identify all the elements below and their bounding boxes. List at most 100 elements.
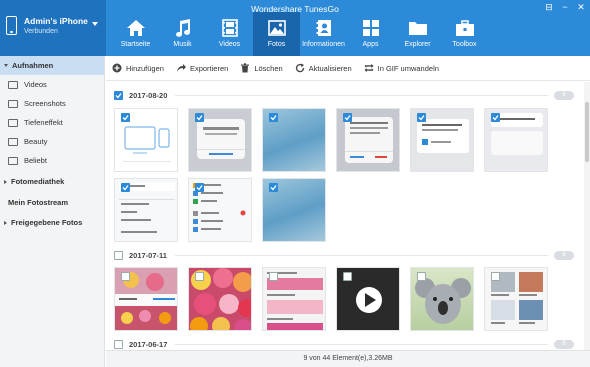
refresh-icon bbox=[295, 63, 305, 73]
add-button[interactable]: Hinzufügen bbox=[112, 63, 164, 73]
sidebar-item-label: Videos bbox=[24, 80, 47, 89]
photo-thumbnail[interactable] bbox=[114, 267, 178, 331]
restore-window-button[interactable]: ⊟ bbox=[544, 2, 554, 12]
nav-label: Toolbox bbox=[452, 41, 477, 48]
sidebar-item-beliebt[interactable]: Beliebt bbox=[0, 151, 104, 170]
chevron-right-icon bbox=[4, 179, 7, 184]
main-nav: Startseite Musik Videos Fotos Informatio… bbox=[112, 12, 488, 56]
device-name: Admin's iPhone bbox=[24, 16, 88, 26]
sidebar-section-aufnahmen[interactable]: Aufnahmen bbox=[0, 56, 104, 75]
device-selector[interactable]: Admin's iPhone Verbunden bbox=[0, 0, 106, 56]
sidebar: Aufnahmen Videos Screenshots Tiefeneffek… bbox=[0, 56, 105, 367]
sidebar-section-fotostream[interactable]: Mein Fotostream bbox=[0, 191, 104, 213]
export-button[interactable]: Exportieren bbox=[176, 63, 228, 73]
sidebar-item-label: Tiefeneffekt bbox=[24, 118, 63, 127]
group-count-badge: 6 bbox=[554, 250, 574, 260]
nav-apps[interactable]: Apps bbox=[347, 12, 394, 56]
nav-informationen[interactable]: Informationen bbox=[300, 12, 347, 56]
music-icon bbox=[173, 18, 193, 38]
photo-thumbnail[interactable] bbox=[188, 178, 252, 242]
checkbox-checked-icon[interactable] bbox=[121, 183, 130, 192]
sidebar-section-label: Aufnahmen bbox=[12, 61, 54, 70]
refresh-button[interactable]: Aktualisieren bbox=[295, 63, 352, 73]
checkbox-unchecked-icon[interactable] bbox=[417, 272, 426, 281]
gif-convert-label: In GIF umwandeln bbox=[377, 63, 439, 73]
delete-label: Löschen bbox=[254, 63, 283, 73]
group-checkbox[interactable] bbox=[114, 250, 123, 260]
phone-icon bbox=[6, 16, 17, 35]
photo-thumbnail[interactable] bbox=[410, 108, 474, 172]
chevron-down-icon bbox=[4, 64, 8, 67]
sidebar-item-label: Beauty bbox=[24, 137, 48, 146]
sidebar-item-videos[interactable]: Videos bbox=[0, 75, 104, 94]
checkbox-checked-icon[interactable] bbox=[343, 113, 352, 122]
photo-thumbnail[interactable] bbox=[188, 267, 252, 331]
group-date: 2017-07-11 bbox=[129, 250, 167, 260]
photo-thumbnail[interactable] bbox=[484, 267, 548, 331]
nav-toolbox[interactable]: Toolbox bbox=[441, 12, 488, 56]
photo-thumbnail[interactable] bbox=[484, 108, 548, 172]
add-label: Hinzufügen bbox=[126, 63, 164, 73]
photo-thumbnail[interactable] bbox=[188, 108, 252, 172]
sidebar-section-label: Mein Fotostream bbox=[8, 197, 69, 207]
group-date: 2017-08-20 bbox=[129, 90, 168, 100]
convert-icon bbox=[364, 63, 374, 73]
delete-button[interactable]: Löschen bbox=[240, 63, 283, 73]
checkbox-checked-icon[interactable] bbox=[417, 113, 426, 122]
photo-thumbnail[interactable] bbox=[336, 108, 400, 172]
close-button[interactable]: ✕ bbox=[576, 2, 586, 12]
sidebar-item-beauty[interactable]: Beauty bbox=[0, 132, 104, 151]
checkbox-checked-icon[interactable] bbox=[195, 183, 204, 192]
gif-convert-button[interactable]: In GIF umwandeln bbox=[364, 63, 439, 73]
photo-thumbnail[interactable] bbox=[410, 267, 474, 331]
divider bbox=[175, 94, 548, 96]
beauty-icon bbox=[8, 137, 18, 146]
checkbox-checked-icon[interactable] bbox=[121, 113, 130, 122]
checkbox-unchecked-icon[interactable] bbox=[343, 272, 352, 281]
sidebar-section-fotomediathek[interactable]: Fotomediathek bbox=[0, 172, 104, 191]
group-header: 2017-08-20 9 bbox=[114, 88, 574, 102]
minimize-button[interactable]: − bbox=[560, 2, 570, 12]
group-checkbox[interactable] bbox=[114, 90, 123, 100]
sidebar-item-screenshots[interactable]: Screenshots bbox=[0, 94, 104, 113]
refresh-label: Aktualisieren bbox=[308, 63, 352, 73]
photo-thumbnail[interactable] bbox=[114, 178, 178, 242]
export-label: Exportieren bbox=[189, 63, 229, 73]
checkbox-checked-icon[interactable] bbox=[491, 113, 500, 122]
checkbox-checked-icon[interactable] bbox=[269, 113, 278, 122]
checkbox-unchecked-icon[interactable] bbox=[195, 272, 204, 281]
sidebar-item-label: Beliebt bbox=[24, 156, 47, 165]
sidebar-section-freigegebene[interactable]: Freigegebene Fotos bbox=[0, 213, 104, 232]
group-count-badge: 6 bbox=[554, 339, 574, 349]
chevron-right-icon bbox=[4, 220, 7, 225]
plus-icon bbox=[112, 63, 122, 73]
nav-musik[interactable]: Musik bbox=[159, 12, 206, 56]
heart-icon bbox=[8, 156, 18, 165]
apps-icon bbox=[361, 18, 381, 38]
checkbox-unchecked-icon[interactable] bbox=[121, 272, 130, 281]
sidebar-item-tiefeneffekt[interactable]: Tiefeneffekt bbox=[0, 113, 104, 132]
nav-fotos[interactable]: Fotos bbox=[253, 12, 300, 56]
scrollbar-thumb[interactable] bbox=[585, 102, 589, 162]
sidebar-item-label: Screenshots bbox=[24, 99, 66, 108]
checkbox-checked-icon[interactable] bbox=[195, 113, 204, 122]
photo-thumbnail[interactable] bbox=[336, 267, 400, 331]
checkbox-unchecked-icon[interactable] bbox=[491, 272, 500, 281]
photo-thumbnail[interactable] bbox=[262, 178, 326, 242]
nav-label: Videos bbox=[218, 41, 241, 48]
nav-explorer[interactable]: Explorer bbox=[394, 12, 441, 56]
video-icon bbox=[8, 80, 18, 89]
toolbox-icon bbox=[455, 18, 475, 38]
checkbox-unchecked-icon[interactable] bbox=[269, 272, 278, 281]
nav-videos[interactable]: Videos bbox=[206, 12, 253, 56]
photo-thumbnail[interactable] bbox=[262, 267, 326, 331]
scrollbar[interactable] bbox=[584, 82, 590, 350]
group-checkbox[interactable] bbox=[114, 339, 123, 349]
checkbox-checked-icon[interactable] bbox=[269, 183, 278, 192]
photo-thumbnail[interactable] bbox=[262, 108, 326, 172]
photo-thumbnail[interactable] bbox=[114, 108, 178, 172]
device-status: Verbunden bbox=[24, 28, 58, 35]
film-icon bbox=[220, 18, 240, 38]
group-date: 2017-06-17 bbox=[129, 339, 168, 349]
nav-startseite[interactable]: Startseite bbox=[112, 12, 159, 56]
